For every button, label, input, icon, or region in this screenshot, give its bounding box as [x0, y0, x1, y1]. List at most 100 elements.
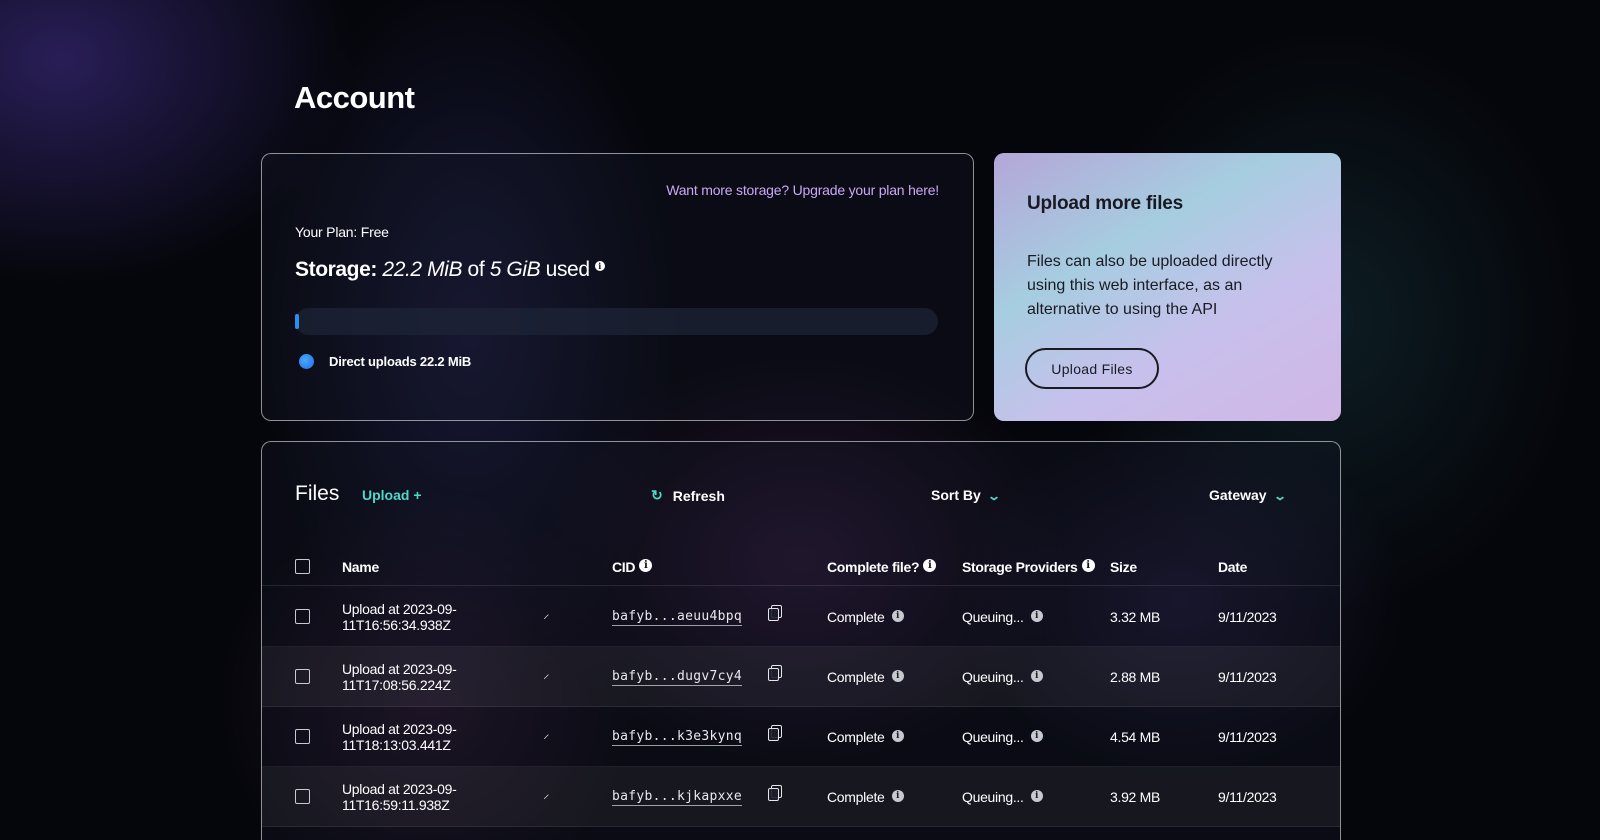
copy-icon[interactable]	[768, 605, 782, 621]
providers-label: Queuing...	[962, 789, 1024, 805]
info-icon[interactable]: i	[1081, 559, 1095, 572]
select-all-checkbox[interactable]	[295, 559, 310, 574]
providers-status: Queuing... i	[962, 669, 1043, 685]
column-providers: Storage Providers i	[962, 559, 1095, 575]
complete-status: Complete i	[827, 789, 904, 805]
storage-used-text: used	[545, 258, 590, 281]
providers-label: Queuing...	[962, 669, 1024, 685]
complete-label: Complete	[827, 669, 885, 685]
table-header: Name CID i Complete file? i Storage Provid…	[262, 546, 1340, 586]
column-providers-label: Storage Providers	[962, 559, 1078, 575]
refresh-icon: ↻	[651, 487, 663, 503]
storage-progress-bar	[295, 308, 938, 335]
column-cid-label: CID	[612, 559, 636, 575]
info-icon[interactable]: i	[891, 730, 904, 742]
direct-uploads-legend-dot	[299, 354, 314, 369]
column-cid: CID i	[612, 559, 653, 575]
info-icon[interactable]: i	[1030, 670, 1043, 682]
info-icon[interactable]: i	[1030, 790, 1043, 802]
file-name: Upload at 2023-09-11T18:13:03.441Z	[342, 721, 457, 753]
files-title: Files	[295, 482, 340, 505]
complete-status: Complete i	[827, 669, 904, 685]
info-icon[interactable]: i	[891, 790, 904, 802]
complete-status: Complete i	[827, 609, 904, 625]
complete-status: Complete i	[827, 729, 904, 745]
legend-label: Direct uploads	[329, 354, 417, 369]
files-table-body: Upload at 2023-09-11T16:56:34.938Z ⎯ baf…	[262, 587, 1340, 827]
direct-uploads-legend: Direct uploads 22.2 MiB	[329, 354, 471, 369]
providers-status: Queuing... i	[962, 789, 1043, 805]
refresh-button[interactable]: ↻ Refresh	[651, 487, 725, 504]
upgrade-plan-link[interactable]: Want more storage? Upgrade your plan her…	[666, 182, 939, 198]
storage-of: of	[467, 258, 485, 281]
sort-by-label: Sort By	[931, 487, 981, 503]
complete-label: Complete	[827, 729, 885, 745]
upload-link[interactable]: Upload +	[362, 487, 422, 503]
copy-icon[interactable]	[768, 665, 782, 681]
file-size: 3.32 MB	[1110, 609, 1161, 625]
storage-usage: Storage: 22.2 MiB of 5 GiB used i	[295, 258, 605, 282]
info-icon[interactable]: i	[891, 610, 904, 622]
info-icon[interactable]: i	[639, 559, 653, 572]
file-cid-link[interactable]: bafyb...kjkapxxe	[612, 789, 743, 806]
table-row: Upload at 2023-09-11T18:13:03.441Z ⎯ baf…	[262, 707, 1340, 767]
file-size: 4.54 MB	[1110, 729, 1161, 745]
refresh-label: Refresh	[672, 487, 725, 504]
gateway-dropdown[interactable]: Gateway ⌄	[1209, 487, 1287, 503]
storage-total: 5 GiB	[489, 258, 541, 281]
copy-icon[interactable]	[768, 725, 782, 741]
file-size: 3.92 MB	[1110, 789, 1161, 805]
file-date: 9/11/2023	[1218, 669, 1277, 685]
chevron-down-icon: ⌄	[1272, 489, 1287, 503]
copy-icon[interactable]	[768, 785, 782, 801]
storage-progress-fill	[295, 314, 299, 329]
complete-label: Complete	[827, 789, 885, 805]
file-date: 9/11/2023	[1218, 609, 1277, 625]
column-complete: Complete file? i	[827, 559, 937, 575]
providers-status: Queuing... i	[962, 609, 1043, 625]
table-row: Upload at 2023-09-11T16:59:11.938Z ⎯ baf…	[262, 767, 1340, 827]
upload-more-files-card: Upload more files Files can also be uplo…	[994, 153, 1341, 421]
files-card: Files Upload + ↻ Refresh Sort By ⌄ Gatewa…	[261, 441, 1341, 840]
storage-card: Want more storage? Upgrade your plan her…	[261, 153, 974, 421]
file-name: Upload at 2023-09-11T17:08:56.224Z	[342, 661, 457, 693]
storage-label: Storage:	[295, 258, 377, 281]
file-date: 9/11/2023	[1218, 729, 1277, 745]
upload-card-title: Upload more files	[1027, 193, 1184, 214]
row-checkbox[interactable]	[295, 609, 310, 624]
info-icon[interactable]: i	[1030, 730, 1043, 742]
providers-label: Queuing...	[962, 729, 1024, 745]
plan-label: Your Plan: Free	[295, 224, 389, 240]
info-icon[interactable]: i	[923, 559, 937, 572]
table-row: Upload at 2023-09-11T17:08:56.224Z ⎯ baf…	[262, 647, 1340, 707]
storage-info-icon[interactable]: i	[594, 261, 605, 271]
edit-pencil-icon[interactable]: ⎯	[539, 669, 554, 684]
upload-card-description: Files can also be uploaded directly usin…	[1027, 253, 1273, 318]
file-name: Upload at 2023-09-11T16:59:11.938Z	[342, 781, 457, 813]
file-name: Upload at 2023-09-11T16:56:34.938Z	[342, 601, 457, 633]
info-icon[interactable]: i	[1030, 610, 1043, 622]
providers-label: Queuing...	[962, 609, 1024, 625]
edit-pencil-icon[interactable]: ⎯	[539, 789, 554, 804]
legend-value: 22.2 MiB	[419, 354, 472, 369]
gateway-label: Gateway	[1209, 487, 1267, 503]
column-name: Name	[342, 559, 379, 575]
edit-pencil-icon[interactable]: ⎯	[539, 729, 554, 744]
column-complete-label: Complete file?	[827, 559, 920, 575]
upload-files-button[interactable]: Upload Files	[1025, 348, 1159, 389]
row-checkbox[interactable]	[295, 669, 310, 684]
column-date: Date	[1218, 559, 1248, 575]
row-checkbox[interactable]	[295, 789, 310, 804]
sort-by-dropdown[interactable]: Sort By ⌄	[931, 487, 1001, 503]
file-cid-link[interactable]: bafyb...dugv7cy4	[612, 669, 743, 686]
info-icon[interactable]: i	[891, 670, 904, 682]
table-row: Upload at 2023-09-11T16:56:34.938Z ⎯ baf…	[262, 587, 1340, 647]
file-cid-link[interactable]: bafyb...k3e3kynq	[612, 729, 743, 746]
file-cid-link[interactable]: bafyb...aeuu4bpq	[612, 609, 743, 626]
row-checkbox[interactable]	[295, 729, 310, 744]
file-date: 9/11/2023	[1218, 789, 1277, 805]
providers-status: Queuing... i	[962, 729, 1043, 745]
edit-pencil-icon[interactable]: ⎯	[539, 609, 554, 624]
storage-used: 22.2 MiB	[382, 258, 463, 281]
page-title: Account	[294, 80, 415, 115]
